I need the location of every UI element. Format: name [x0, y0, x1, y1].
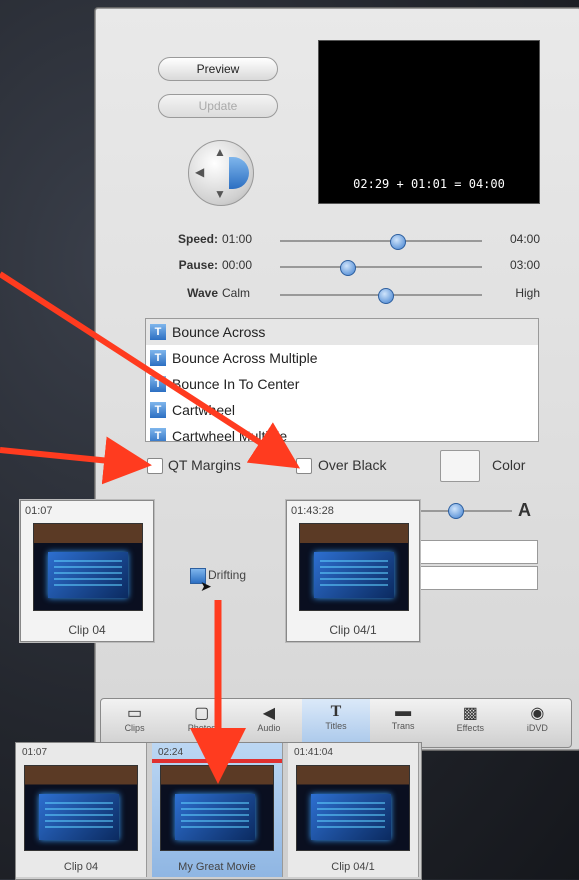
annotation-arrows — [0, 271, 301, 784]
arrow-to-over-black — [0, 271, 301, 469]
arrow-to-qt-margins — [0, 436, 152, 485]
